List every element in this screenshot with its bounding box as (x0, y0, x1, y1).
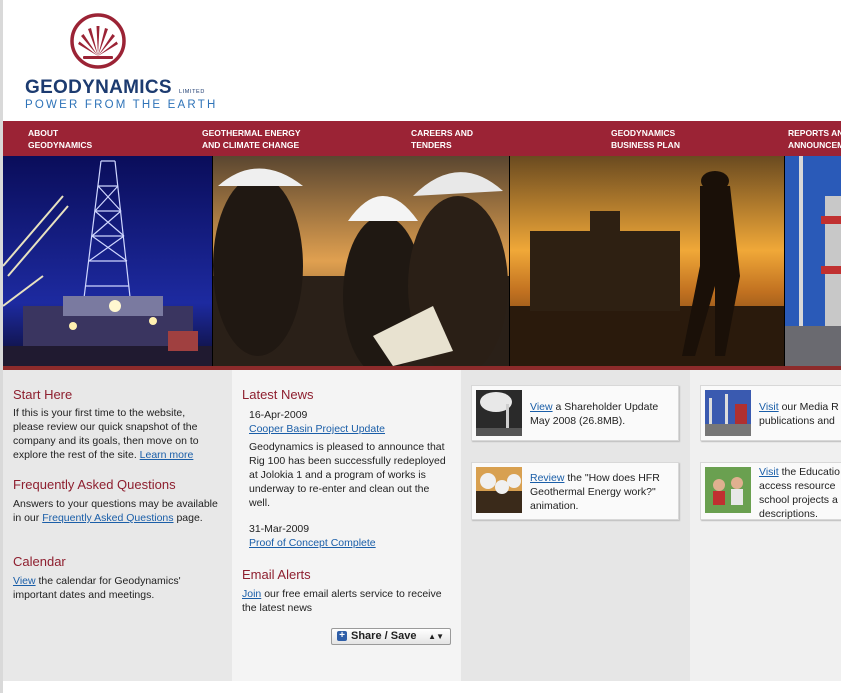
plus-icon: + (337, 631, 347, 641)
card-visit-link[interactable]: Visit (759, 401, 779, 413)
sunset-silhouette-photo (510, 156, 784, 366)
news-column: Latest News 16-Apr-2009 Cooper Basin Pro… (232, 370, 461, 681)
hfr-animation-card: Review the "How does HFR Geothermal Ener… (471, 462, 679, 520)
nav-item-business-plan[interactable]: GEODYNAMICS BUSINESS PLAN (611, 127, 680, 151)
sunburst-logo-icon[interactable] (69, 12, 127, 70)
card-text: Visit our Media R publications and (759, 401, 839, 427)
email-alerts-text: Join our free email alerts service to re… (242, 588, 442, 614)
latest-news-heading: Latest News (242, 387, 314, 402)
news-date: 16-Apr-2009 (249, 409, 308, 421)
nav-item-about[interactable]: ABOUT GEODYNAMICS (28, 127, 92, 151)
students-thumbnail[interactable] (705, 467, 751, 513)
drilling-rig-photo (3, 156, 212, 366)
share-save-button[interactable]: + Share / Save ▲▼ (331, 628, 451, 645)
shareholder-update-card: View a Shareholder Update May 2008 (26.8… (471, 385, 679, 441)
card-view-link[interactable]: View (530, 401, 553, 413)
brand-limited: LIMITED (179, 89, 205, 95)
rig-thumbnail[interactable] (705, 390, 751, 436)
news-date: 31-Mar-2009 (249, 523, 310, 535)
brand-tagline: POWER FROM THE EARTH (25, 99, 218, 111)
faq-text: Answers to your questions may be availab… (13, 498, 218, 524)
workers-thumbnail[interactable] (476, 467, 522, 513)
calendar-text: View the calendar for Geodynamics' impor… (13, 575, 181, 601)
card-review-link[interactable]: Review (530, 472, 564, 484)
workers-hard-hats-photo (213, 156, 509, 366)
card-text: Visit the Educatio access resource schoo… (759, 466, 840, 520)
education-card: Visit the Educatio access resource schoo… (700, 462, 841, 520)
card-text: Review the "How does HFR Geothermal Ener… (530, 472, 660, 512)
news-link[interactable]: Cooper Basin Project Update (249, 423, 385, 435)
nav-item-careers[interactable]: CAREERS AND TENDERS (411, 127, 473, 151)
site-header: GEODYNAMICS LIMITED POWER FROM THE EARTH (3, 0, 841, 121)
start-here-text: If this is your first time to the websit… (13, 407, 199, 461)
news-link[interactable]: Proof of Concept Complete (249, 537, 376, 549)
intro-column: Start Here If this is your first time to… (3, 370, 232, 681)
learn-more-link[interactable]: Learn more (140, 449, 194, 461)
start-here-heading: Start Here (13, 387, 73, 402)
media-room-card: Visit our Media R publications and (700, 385, 841, 441)
photo-banner (3, 156, 841, 366)
calendar-heading: Calendar (13, 554, 66, 569)
nav-item-geothermal-energy[interactable]: GEOTHERMAL ENERGY AND CLIMATE CHANGE (202, 127, 301, 151)
steam-well-thumbnail[interactable] (476, 390, 522, 436)
right-column: Visit our Media R publications and Visit… (690, 370, 841, 681)
faq-heading: Frequently Asked Questions (13, 477, 176, 492)
nav-item-reports[interactable]: REPORTS AN ANNOUNCEM (788, 127, 841, 151)
card-visit-link[interactable]: Visit (759, 466, 779, 478)
join-alerts-link[interactable]: Join (242, 588, 261, 600)
tower-photo (785, 156, 841, 366)
footer-space (3, 681, 841, 693)
main-nav: ABOUT GEODYNAMICS GEOTHERMAL ENERGY AND … (3, 121, 841, 156)
card-text: View a Shareholder Update May 2008 (26.8… (530, 401, 659, 427)
news-summary: Geodynamics is pleased to announce that … (249, 441, 446, 509)
email-alerts-heading: Email Alerts (242, 567, 311, 582)
calendar-view-link[interactable]: View (13, 575, 36, 587)
faq-link[interactable]: Frequently Asked Questions (42, 512, 173, 524)
updown-arrow-icon: ▲▼ (428, 632, 444, 641)
share-save-label: Share / Save (351, 630, 417, 642)
media-column: View a Shareholder Update May 2008 (26.8… (461, 370, 690, 681)
brand-name: GEODYNAMICS (25, 77, 172, 98)
